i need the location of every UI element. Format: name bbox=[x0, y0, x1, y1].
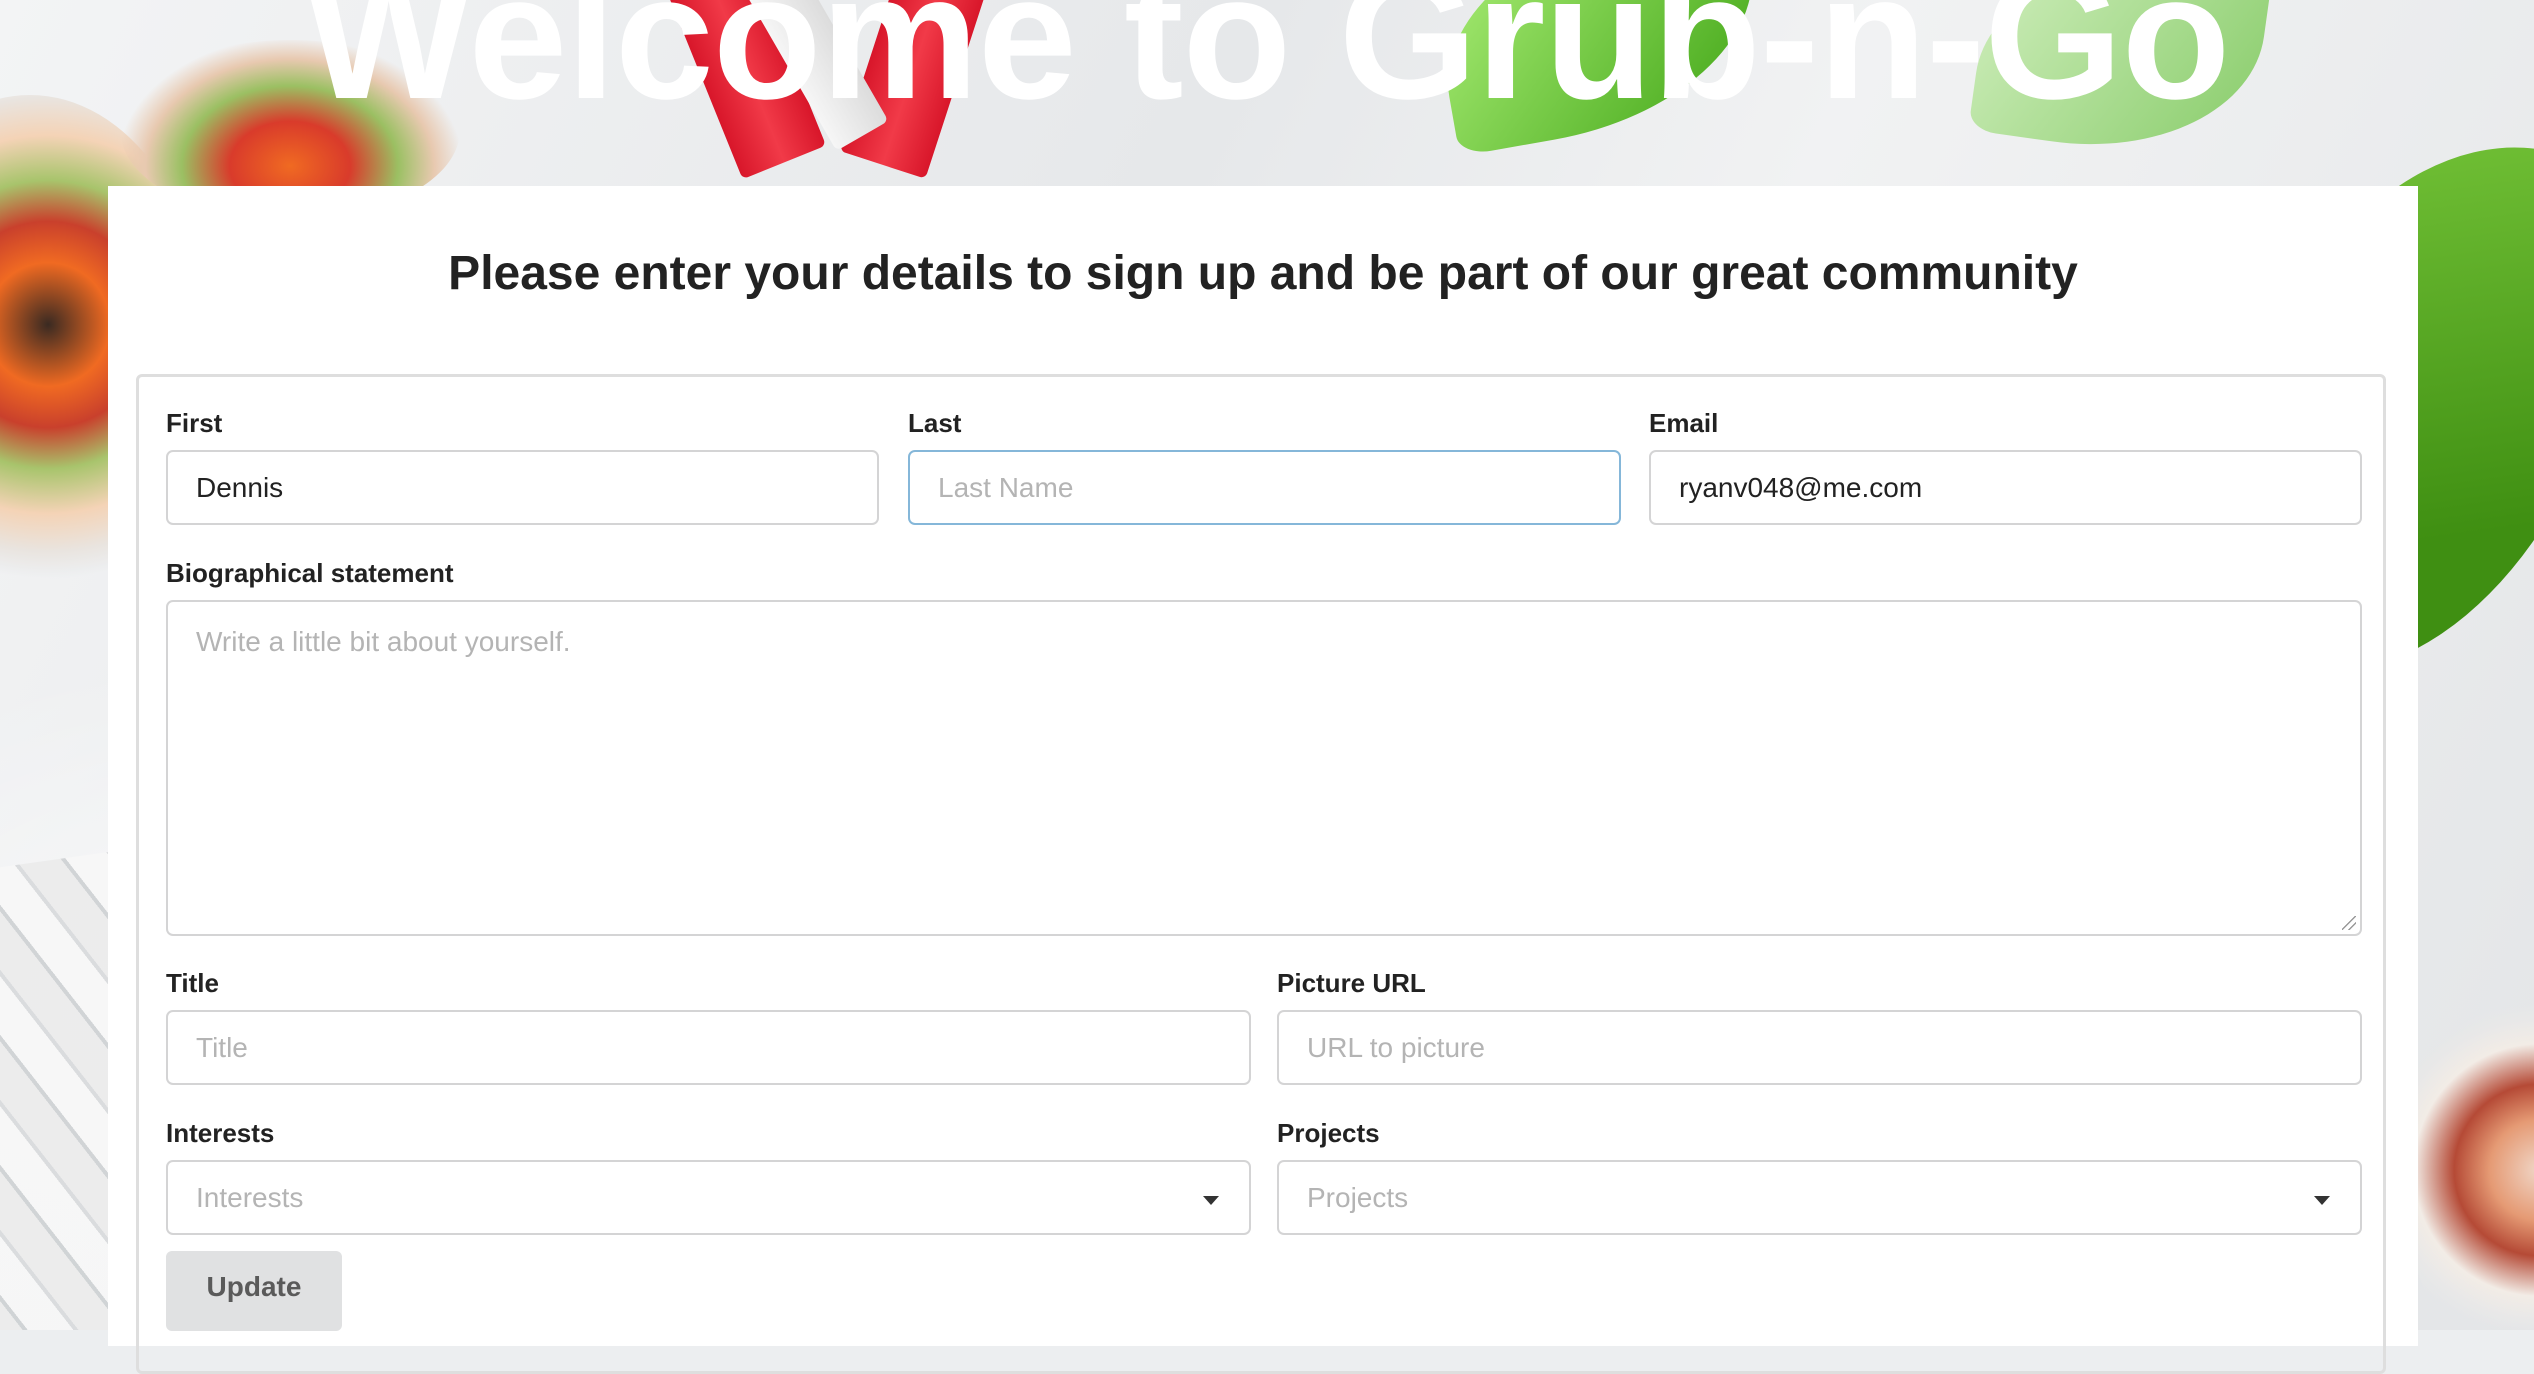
title-input[interactable]: Title bbox=[166, 1010, 1251, 1085]
signup-card: Please enter your details to sign up and… bbox=[108, 186, 2418, 1374]
projects-dropdown[interactable]: Projects bbox=[1277, 1160, 2362, 1235]
first-name-label: First bbox=[166, 408, 223, 438]
update-button[interactable]: Update bbox=[166, 1251, 342, 1331]
signup-form: First Dennis Last Last Name Email ryanv0… bbox=[136, 374, 2386, 1374]
bio-label: Biographical statement bbox=[166, 558, 454, 588]
sushi-bowl-image bbox=[2400, 960, 2534, 1330]
title-placeholder: Title bbox=[196, 1032, 248, 1063]
interests-placeholder: Interests bbox=[196, 1182, 304, 1213]
signup-subtitle: Please enter your details to sign up and… bbox=[448, 247, 2078, 300]
picture-url-placeholder: URL to picture bbox=[1307, 1032, 1485, 1063]
bio-placeholder: Write a little bit about yourself. bbox=[196, 626, 571, 657]
first-name-input[interactable]: Dennis bbox=[166, 450, 879, 525]
projects-placeholder: Projects bbox=[1307, 1182, 1409, 1213]
last-name-placeholder: Last Name bbox=[938, 472, 1074, 503]
picture-url-input[interactable]: URL to picture bbox=[1277, 1010, 2362, 1085]
hero-title: Welcome to Grub-n-Go bbox=[304, 0, 2231, 136]
first-name-value: Dennis bbox=[196, 472, 284, 503]
title-label: Title bbox=[166, 968, 219, 998]
bio-textarea[interactable]: Write a little bit about yourself. bbox=[166, 600, 2362, 936]
email-input[interactable]: ryanv048@me.com bbox=[1649, 450, 2362, 525]
resize-grip-icon[interactable] bbox=[2342, 916, 2356, 930]
email-label: Email bbox=[1649, 408, 1719, 438]
chevron-down-icon bbox=[2314, 1196, 2330, 1205]
interests-label: Interests bbox=[166, 1118, 275, 1148]
picture-url-label: Picture URL bbox=[1277, 968, 1426, 998]
last-name-label: Last bbox=[908, 408, 962, 438]
last-name-input[interactable]: Last Name bbox=[908, 450, 1621, 525]
interests-dropdown[interactable]: Interests bbox=[166, 1160, 1251, 1235]
projects-label: Projects bbox=[1277, 1118, 1380, 1148]
email-value: ryanv048@me.com bbox=[1679, 472, 1923, 503]
chevron-down-icon bbox=[1203, 1196, 1219, 1205]
